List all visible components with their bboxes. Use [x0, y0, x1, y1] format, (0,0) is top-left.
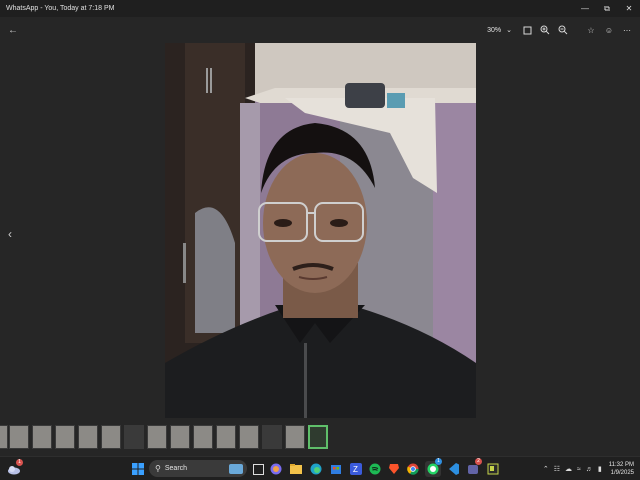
teams-icon[interactable]: 2: [465, 458, 482, 477]
svg-text:Z: Z: [353, 465, 358, 474]
notepad-icon[interactable]: [485, 461, 501, 477]
whatsapp-icon[interactable]: 1: [425, 458, 442, 477]
thumbnail[interactable]: [101, 425, 121, 449]
thumbnail[interactable]: [170, 425, 190, 449]
chrome-icon[interactable]: [405, 461, 421, 477]
chevron-down-icon: ⌄: [506, 27, 512, 34]
task-view-icon[interactable]: [250, 461, 266, 477]
whatsapp-badge: 1: [435, 458, 442, 465]
volume-icon[interactable]: ♬: [586, 466, 593, 473]
thumbnail[interactable]: [124, 425, 144, 449]
spotify-icon[interactable]: [367, 461, 383, 477]
title-bar: WhatsApp - You, Today at 7:18 PM — ⧉ ✕: [0, 0, 640, 17]
weather-badge: 1: [16, 459, 23, 466]
zoom-out-icon[interactable]: [556, 23, 570, 37]
filmstrip: [0, 424, 640, 450]
thumbnail-active[interactable]: [308, 425, 328, 449]
emoji-react-icon[interactable]: ☺: [602, 23, 616, 37]
search-icon: ⚲: [155, 464, 161, 473]
taskbar: 1 ⚲ Search Z 1 2 ⌃ ☷ ☁ ≈ ♬ ▮ 11:32 PM 1/…: [0, 456, 640, 480]
zoom-dropdown[interactable]: 30% ⌄: [487, 26, 512, 35]
fit-to-window-icon[interactable]: [520, 23, 534, 37]
word-icon[interactable]: Z: [348, 461, 364, 477]
network-off-icon[interactable]: ☷: [554, 465, 560, 473]
more-options-icon[interactable]: ⋯: [620, 23, 634, 37]
edge-icon[interactable]: [308, 461, 324, 477]
brave-icon[interactable]: [386, 461, 402, 477]
favorite-star-icon[interactable]: ☆: [584, 23, 598, 37]
thumbnail[interactable]: [239, 425, 259, 449]
window-controls: — ⧉ ✕: [574, 0, 640, 17]
thumbnail[interactable]: [9, 425, 29, 449]
zoom-in-icon[interactable]: [538, 23, 552, 37]
thumbnail[interactable]: [147, 425, 167, 449]
viewer-toolbar: ← 30% ⌄ ☆ ☺ ⋯: [0, 17, 640, 43]
zoom-level: 30%: [487, 26, 502, 34]
teams-badge: 2: [475, 458, 482, 465]
store-icon[interactable]: [328, 461, 344, 477]
clock[interactable]: 11:32 PM 1/9/2025: [609, 461, 634, 477]
chevron-up-icon[interactable]: ⌃: [543, 465, 549, 473]
toolbar-actions: 30% ⌄ ☆ ☺ ⋯: [487, 22, 634, 38]
thumbnail[interactable]: [78, 425, 98, 449]
thumbnail[interactable]: [262, 425, 282, 449]
start-icon[interactable]: [130, 461, 146, 477]
back-arrow-icon[interactable]: ←: [6, 23, 20, 37]
thumbnail[interactable]: [32, 425, 52, 449]
photo-illustration: [165, 43, 476, 418]
restore-icon[interactable]: ⧉: [596, 0, 618, 17]
battery-icon[interactable]: ▮: [598, 465, 602, 473]
copilot-icon[interactable]: [268, 461, 284, 477]
thumbnail[interactable]: [285, 425, 305, 449]
search-box[interactable]: ⚲ Search: [149, 460, 247, 477]
thumbnail[interactable]: [0, 425, 8, 449]
system-tray: ⌃ ☷ ☁ ≈ ♬ ▮ 11:32 PM 1/9/2025: [543, 459, 634, 479]
file-explorer-icon[interactable]: [288, 461, 304, 477]
wifi-icon[interactable]: ≈: [577, 466, 581, 473]
onedrive-icon[interactable]: ☁: [565, 465, 572, 473]
image-viewer: ‹: [0, 43, 640, 421]
minimize-icon[interactable]: —: [574, 0, 596, 17]
search-label: Search: [164, 465, 188, 472]
photo-image: [165, 43, 476, 418]
vscode-icon[interactable]: [445, 461, 461, 477]
thumbnail[interactable]: [193, 425, 213, 449]
thumbnail[interactable]: [216, 425, 236, 449]
thumbnail[interactable]: [55, 425, 75, 449]
clock-date: 1/9/2025: [610, 470, 634, 476]
clock-time: 11:32 PM: [608, 462, 634, 468]
weather-widget-icon[interactable]: 1: [6, 459, 23, 477]
close-icon[interactable]: ✕: [618, 0, 640, 17]
search-highlight-icon: [229, 463, 243, 474]
previous-image-icon[interactable]: ‹: [8, 227, 12, 241]
window-title: WhatsApp - You, Today at 7:18 PM: [6, 5, 115, 12]
